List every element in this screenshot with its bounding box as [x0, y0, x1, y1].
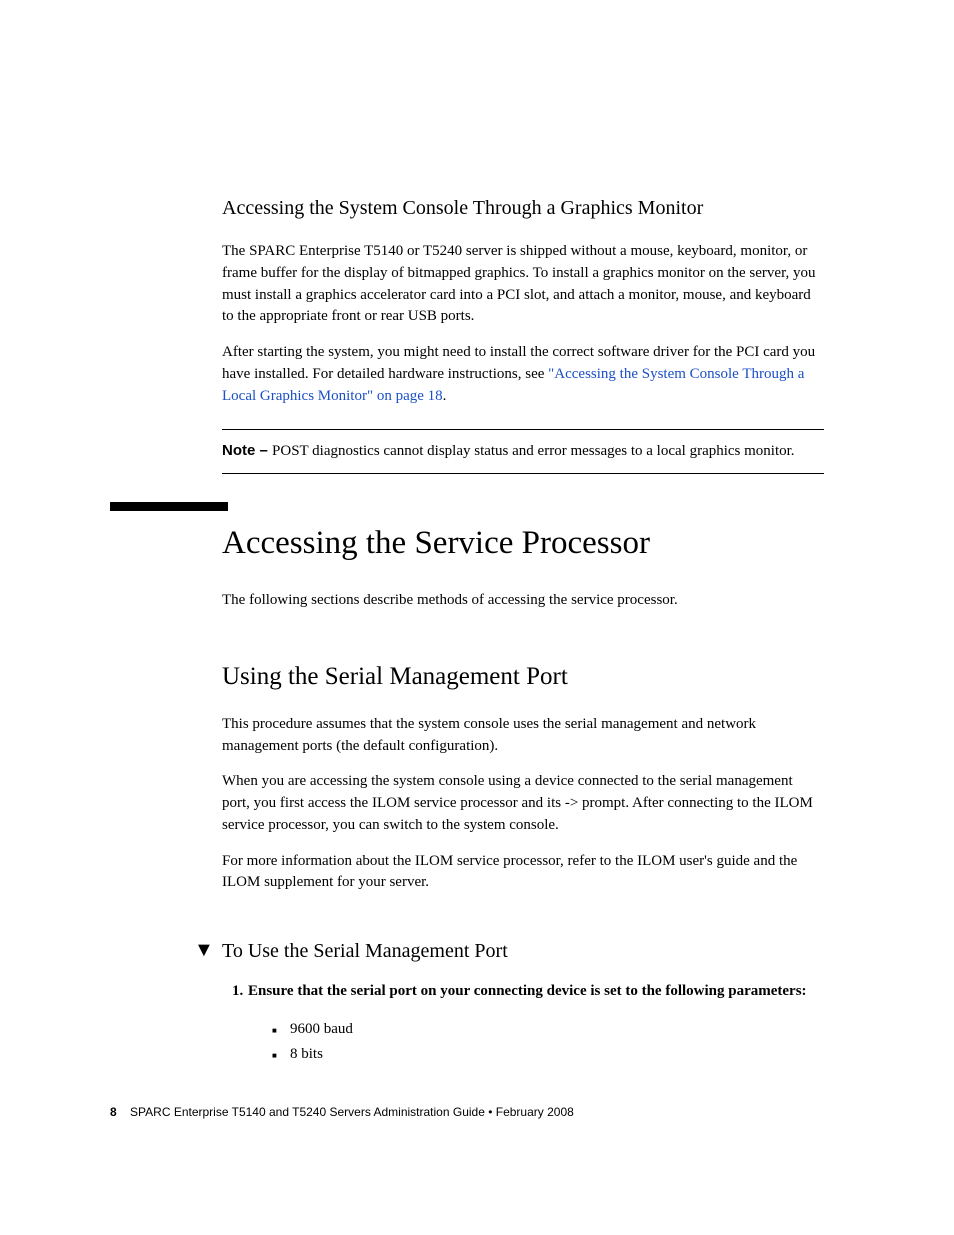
- procedure-title: To Use the Serial Management Port: [222, 940, 824, 963]
- paragraph: After starting the system, you might nee…: [222, 342, 824, 407]
- paragraph: When you are accessing the system consol…: [222, 771, 824, 836]
- heading-serial-port: Using the Serial Management Port: [222, 661, 824, 694]
- footer-text: SPARC Enterprise T5140 and T5240 Servers…: [130, 1105, 574, 1119]
- note-body: POST diagnostics cannot display status a…: [272, 443, 795, 459]
- step-text: Ensure that the serial port on your conn…: [248, 983, 807, 999]
- section-bar-icon: [110, 502, 228, 511]
- note-text: Note – POST diagnostics cannot display s…: [222, 440, 824, 463]
- paragraph: The following sections describe methods …: [222, 590, 824, 612]
- step-number: 1.: [232, 981, 248, 1003]
- triangle-down-icon: ▼: [194, 940, 214, 960]
- paragraph: For more information about the ILOM serv…: [222, 851, 824, 895]
- paragraph: This procedure assumes that the system c…: [222, 714, 824, 758]
- heading-graphics-monitor: Accessing the System Console Through a G…: [222, 195, 824, 221]
- list-item: 8 bits: [272, 1042, 824, 1068]
- page-footer: 8 SPARC Enterprise T5140 and T5240 Serve…: [110, 1105, 574, 1119]
- page-number: 8: [110, 1105, 117, 1119]
- page-content: Accessing the System Console Through a G…: [0, 0, 954, 1068]
- paragraph: The SPARC Enterprise T5140 or T5240 serv…: [222, 241, 824, 328]
- heading-service-processor: Accessing the Service Processor: [222, 524, 824, 564]
- procedure-block: ▼ To Use the Serial Management Port 1.En…: [222, 940, 824, 1068]
- note-label: Note –: [222, 442, 272, 459]
- procedure-step: 1.Ensure that the serial port on your co…: [248, 981, 824, 1003]
- note-block: Note – POST diagnostics cannot display s…: [222, 429, 824, 474]
- bullet-list: 9600 baud 8 bits: [272, 1017, 824, 1068]
- text-run: .: [443, 388, 447, 404]
- list-item: 9600 baud: [272, 1017, 824, 1043]
